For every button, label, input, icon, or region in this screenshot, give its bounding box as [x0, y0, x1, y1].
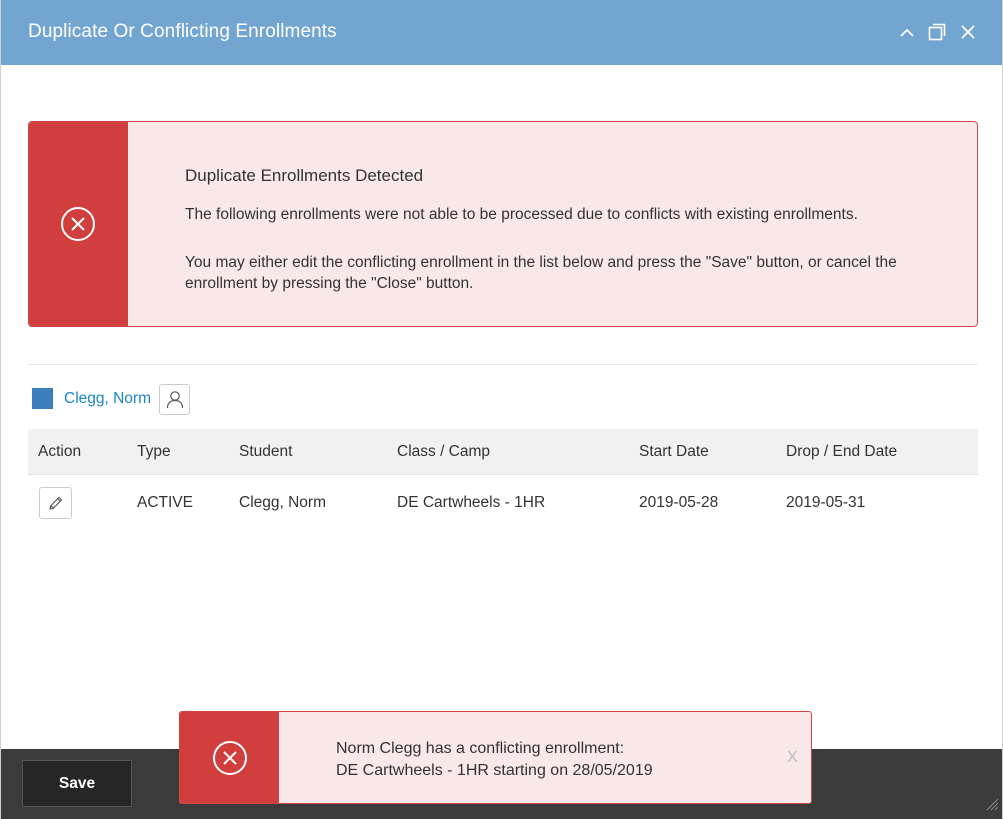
toast-icon-panel — [180, 712, 279, 803]
alert-heading: Duplicate Enrollments Detected — [185, 166, 424, 185]
column-header-action: Action — [38, 443, 82, 460]
cell-class-camp: DE Cartwheels - 1HR — [397, 494, 546, 511]
toast-close-button[interactable]: X — [787, 749, 798, 767]
person-profile-button[interactable] — [159, 384, 190, 415]
user-icon — [166, 391, 184, 409]
toast-message: Norm Clegg has a conflicting enrollment:… — [336, 738, 653, 782]
alert-message-line-1: The following enrollments were not able … — [185, 206, 858, 223]
cell-end-date: 2019-05-31 — [786, 494, 866, 511]
modal-dialog: Duplicate Or Conflicting Enrollments Dup… — [0, 0, 1003, 819]
close-icon[interactable] — [957, 21, 979, 43]
cell-type: ACTIVE — [137, 494, 193, 511]
modal-title: Duplicate Or Conflicting Enrollments — [28, 21, 337, 42]
chevron-up-icon[interactable] — [896, 21, 918, 43]
table-row: ACTIVE Clegg, Norm DE Cartwheels - 1HR 2… — [28, 475, 978, 531]
alert-icon-panel — [29, 122, 128, 326]
column-header-class-camp: Class / Camp — [397, 443, 491, 460]
table-header: Action Type Student Class / Camp Start D… — [28, 429, 978, 475]
column-header-start-date: Start Date — [639, 443, 709, 460]
maximize-icon[interactable] — [926, 21, 948, 43]
cell-student: Clegg, Norm — [239, 494, 326, 511]
alert-message-line-2: You may either edit the conflicting enro… — [185, 254, 897, 292]
column-header-student: Student — [239, 443, 293, 460]
conflict-toast-notification: Norm Clegg has a conflicting enrollment:… — [179, 711, 812, 804]
column-header-type: Type — [137, 443, 171, 460]
edit-enrollment-button[interactable] — [39, 487, 72, 519]
error-circle-icon — [212, 740, 248, 781]
column-header-end-date: Drop / End Date — [786, 443, 898, 460]
person-color-swatch[interactable] — [32, 388, 53, 409]
toast-message-line-1: Norm Clegg has a conflicting enrollment: — [336, 740, 625, 757]
resize-grip-icon[interactable] — [983, 795, 999, 816]
section-divider — [28, 364, 978, 365]
cell-start-date: 2019-05-28 — [639, 494, 719, 511]
pencil-icon — [49, 496, 63, 510]
enrollments-table: Action Type Student Class / Camp Start D… — [28, 429, 978, 531]
save-button[interactable]: Save — [22, 760, 132, 807]
modal-titlebar: Duplicate Or Conflicting Enrollments — [1, 0, 1002, 65]
duplicate-enrollments-alert: Duplicate Enrollments Detected The follo… — [28, 121, 978, 327]
error-circle-icon — [60, 206, 96, 247]
toast-message-line-2: DE Cartwheels - 1HR starting on 28/05/20… — [336, 762, 653, 779]
person-name-link[interactable]: Clegg, Norm — [64, 390, 151, 408]
